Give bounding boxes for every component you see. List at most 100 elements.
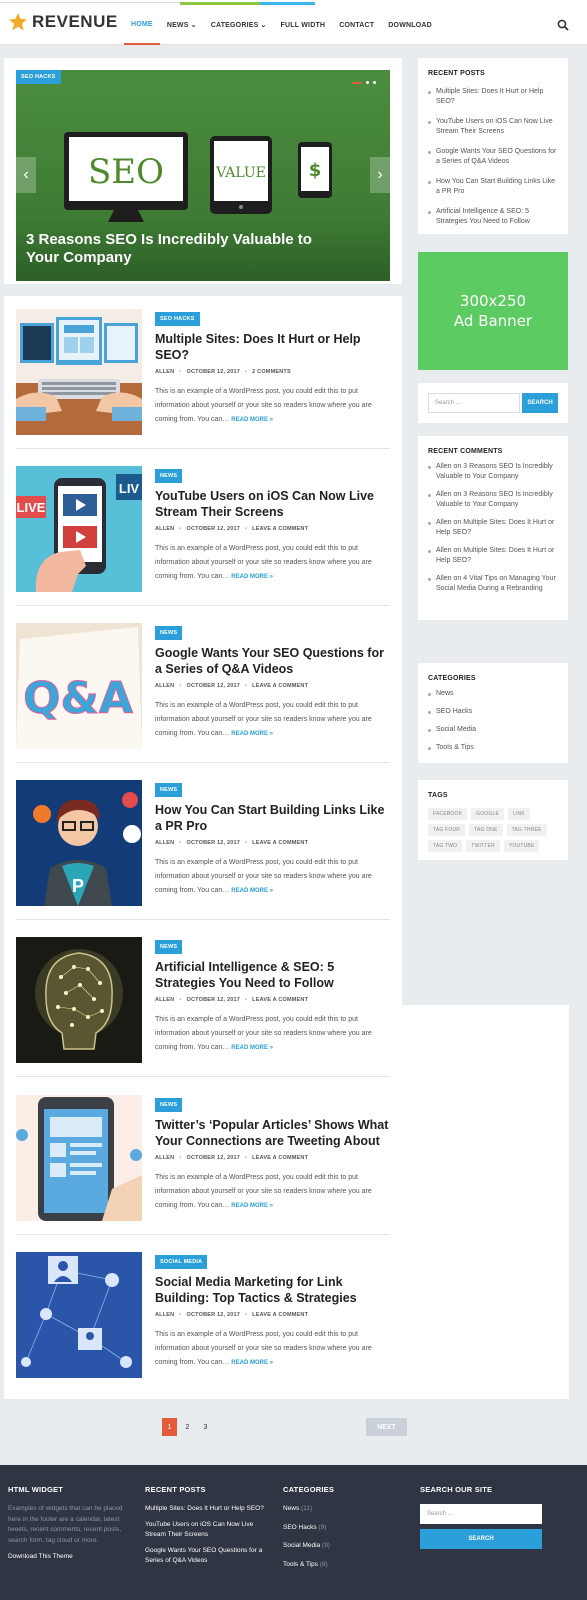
slider-dot-active[interactable] (352, 81, 362, 84)
tag-link[interactable]: YOUTUBE (503, 840, 540, 852)
post-date[interactable]: OCTOBER 12, 2017 (186, 840, 240, 846)
sidebar-search-button[interactable]: SEARCH (522, 393, 558, 413)
post-category-badge[interactable]: SEO HACKS (155, 312, 200, 326)
post-category-badge[interactable]: NEWS (155, 1098, 183, 1112)
post-author[interactable]: ALLEN (155, 997, 174, 1003)
post-title[interactable]: Social Media Marketing for Link Building… (155, 1274, 390, 1306)
post-author[interactable]: ALLEN (155, 683, 174, 689)
post-author[interactable]: ALLEN (155, 1155, 174, 1161)
post-author[interactable]: ALLEN (155, 840, 174, 846)
tag-link[interactable]: TWITTER (466, 840, 500, 852)
category-link[interactable]: Tools & Tips (428, 743, 558, 753)
post-thumbnail[interactable]: LIVE LIV (16, 466, 142, 592)
slider-next-button[interactable]: › (370, 157, 390, 193)
recent-post-link[interactable]: Multiple Sites: Does It Hurt or Help SEO… (428, 87, 558, 107)
post-category-badge[interactable]: NEWS (155, 783, 183, 797)
slider-dot[interactable] (373, 81, 376, 84)
tag-link[interactable]: LINK (507, 808, 530, 820)
post-date[interactable]: OCTOBER 12, 2017 (186, 1155, 240, 1161)
tag-link[interactable]: GOOGLE (471, 808, 504, 820)
post-date[interactable]: OCTOBER 12, 2017 (186, 997, 240, 1003)
slide-category-badge[interactable]: SEO HACKS (16, 70, 61, 84)
footer-category-link[interactable]: Tools & Tips (283, 1561, 318, 1568)
post-category-badge[interactable]: NEWS (155, 626, 183, 640)
nav-item-categories[interactable]: CATEGORIES ⌄ (204, 5, 274, 45)
post-thumbnail[interactable] (16, 309, 142, 435)
next-page-button[interactable]: NEXT (366, 1418, 407, 1436)
nav-item-contact[interactable]: CONTACT (332, 5, 381, 45)
post-thumbnail[interactable]: P (16, 780, 142, 906)
comment-author[interactable]: Allen (436, 519, 452, 526)
read-more-link[interactable]: READ MORE » (231, 888, 273, 894)
tag-link[interactable]: TAG TWO (428, 840, 463, 852)
category-link[interactable]: SEO Hacks (428, 707, 558, 717)
recent-post-link[interactable]: Google Wants Your SEO Questions for a Se… (428, 147, 558, 167)
post-thumbnail[interactable] (16, 1252, 142, 1378)
nav-item-download[interactable]: DOWNLOAD (381, 5, 439, 45)
post-comments[interactable]: LEAVE A COMMENT (252, 1312, 308, 1318)
post-title[interactable]: Artificial Intelligence & SEO: 5 Strateg… (155, 959, 390, 991)
page-link-current[interactable]: 1 (162, 1418, 177, 1436)
nav-item-full-width[interactable]: FULL WIDTH (274, 5, 333, 45)
read-more-link[interactable]: READ MORE » (231, 1045, 273, 1051)
post-category-badge[interactable]: NEWS (155, 469, 183, 483)
slide-title[interactable]: 3 Reasons SEO Is Incredibly Valuable to … (26, 231, 346, 267)
search-icon[interactable] (557, 19, 569, 31)
tag-link[interactable]: TAG THREE (506, 824, 547, 836)
footer-category-link[interactable]: News (283, 1505, 299, 1512)
footer-category-link[interactable]: SEO Hacks (283, 1524, 317, 1531)
read-more-link[interactable]: READ MORE » (231, 731, 273, 737)
footer-recent-post-link[interactable]: Multiple Sites: Does It Hurt or Help SEO… (145, 1504, 267, 1515)
site-logo[interactable]: REVENUE (8, 12, 118, 32)
post-date[interactable]: OCTOBER 12, 2017 (186, 526, 240, 532)
comment-author[interactable]: Allen (436, 491, 452, 498)
post-comments[interactable]: LEAVE A COMMENT (252, 997, 308, 1003)
nav-item-home[interactable]: HOME (124, 5, 160, 45)
tag-link[interactable]: FACEBOOK (428, 808, 468, 820)
footer-recent-post-link[interactable]: YouTube Users on iOS Can Now Live Stream… (145, 1520, 267, 1541)
post-author[interactable]: ALLEN (155, 369, 174, 375)
post-comments[interactable]: LEAVE A COMMENT (252, 840, 308, 846)
post-comments[interactable]: LEAVE A COMMENT (252, 683, 308, 689)
slider-prev-button[interactable]: ‹ (16, 157, 36, 193)
page-link[interactable]: 2 (180, 1418, 195, 1436)
nav-item-news[interactable]: NEWS ⌄ (160, 5, 204, 45)
page-link[interactable]: 3 (198, 1418, 213, 1436)
post-title[interactable]: Google Wants Your SEO Questions for a Se… (155, 645, 390, 677)
post-comments[interactable]: LEAVE A COMMENT (252, 1155, 308, 1161)
ad-banner[interactable]: 300x250 Ad Banner (418, 252, 568, 370)
post-title[interactable]: Twitter’s ‘Popular Articles’ Shows What … (155, 1117, 390, 1149)
post-thumbnail[interactable] (16, 1095, 142, 1221)
comment-author[interactable]: Allen (436, 575, 452, 582)
comment-author[interactable]: Allen (436, 547, 452, 554)
post-date[interactable]: OCTOBER 12, 2017 (186, 369, 240, 375)
post-comments[interactable]: LEAVE A COMMENT (252, 526, 308, 532)
post-author[interactable]: ALLEN (155, 526, 174, 532)
read-more-link[interactable]: READ MORE » (231, 1203, 273, 1209)
category-link[interactable]: News (428, 689, 558, 699)
recent-post-link[interactable]: YouTube Users on iOS Can Now Live Stream… (428, 117, 558, 137)
post-date[interactable]: OCTOBER 12, 2017 (186, 1312, 240, 1318)
post-category-badge[interactable]: NEWS (155, 940, 183, 954)
recent-post-link[interactable]: How You Can Start Building Links Like a … (428, 177, 558, 197)
tag-link[interactable]: TAG ONE (469, 824, 503, 836)
download-theme-link[interactable]: Download This Theme (8, 1552, 130, 1563)
sidebar-search-input[interactable]: Search … (428, 393, 520, 413)
read-more-link[interactable]: READ MORE » (231, 1360, 273, 1366)
category-link[interactable]: Social Media (428, 725, 558, 735)
post-title[interactable]: How You Can Start Building Links Like a … (155, 802, 390, 834)
read-more-link[interactable]: READ MORE » (231, 574, 273, 580)
comment-author[interactable]: Allen (436, 463, 452, 470)
slider-dot[interactable] (366, 81, 369, 84)
recent-post-link[interactable]: Artificial Intelligence & SEO: 5 Strateg… (428, 207, 558, 227)
post-title[interactable]: YouTube Users on iOS Can Now Live Stream… (155, 488, 390, 520)
footer-category-link[interactable]: Social Media (283, 1542, 320, 1549)
post-author[interactable]: ALLEN (155, 1312, 174, 1318)
post-date[interactable]: OCTOBER 12, 2017 (186, 683, 240, 689)
footer-search-button[interactable]: SEARCH (420, 1529, 542, 1549)
post-thumbnail[interactable]: Q&A (16, 623, 142, 749)
post-thumbnail[interactable] (16, 937, 142, 1063)
tag-link[interactable]: TAG FOUR (428, 824, 466, 836)
post-comments[interactable]: 2 COMMENTS (252, 369, 291, 375)
footer-recent-post-link[interactable]: Google Wants Your SEO Questions for a Se… (145, 1546, 267, 1567)
